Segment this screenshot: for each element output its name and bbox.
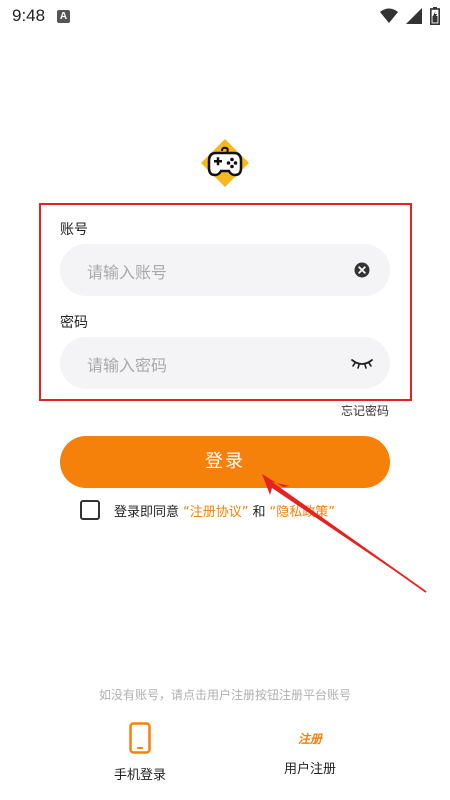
login-button[interactable]: 登录 [60,436,390,488]
forgot-password-link[interactable]: 忘记密码 [341,402,389,419]
status-icons [380,7,440,25]
register-icon: 注册 [297,732,322,746]
privacy-link[interactable]: “隐私政策” [270,501,335,520]
password-placeholder: 请输入密码 [87,356,168,375]
agreement-and: 和 [252,504,266,520]
agreement-row: 登录即同意 “注册协议” 和 “隐私政策” [80,498,335,522]
notification-badge: A [57,10,70,23]
account-placeholder: 请输入账号 [87,263,168,282]
phone-login-label: 手机登录 [113,768,166,783]
password-label: 密码 [60,315,88,331]
terms-link[interactable]: “注册协议” [183,501,248,520]
password-input[interactable]: 请输入密码 [60,337,390,389]
user-register-button[interactable]: 注册 用户注册 [250,722,370,777]
status-time: 9:48 [12,6,46,25]
agreement-prefix: 登录即同意 [114,504,180,520]
register-hint: 如没有账号，请点击用户注册按钮注册平台账号 [98,688,351,702]
gamepad-icon [201,139,249,187]
eye-closed-icon[interactable] [350,356,374,370]
clear-icon[interactable] [354,262,370,278]
phone-login-button[interactable]: 手机登录 [80,722,200,783]
battery-icon [430,7,440,25]
agreement-checkbox[interactable] [80,500,100,520]
user-register-label: 用户注册 [283,762,336,777]
signal-icon [406,8,422,24]
phone-icon [129,722,151,754]
account-input[interactable]: 请输入账号 [60,244,390,296]
wifi-icon [380,8,398,23]
status-bar: 9:48 A [0,0,450,34]
account-label: 账号 [60,222,88,238]
